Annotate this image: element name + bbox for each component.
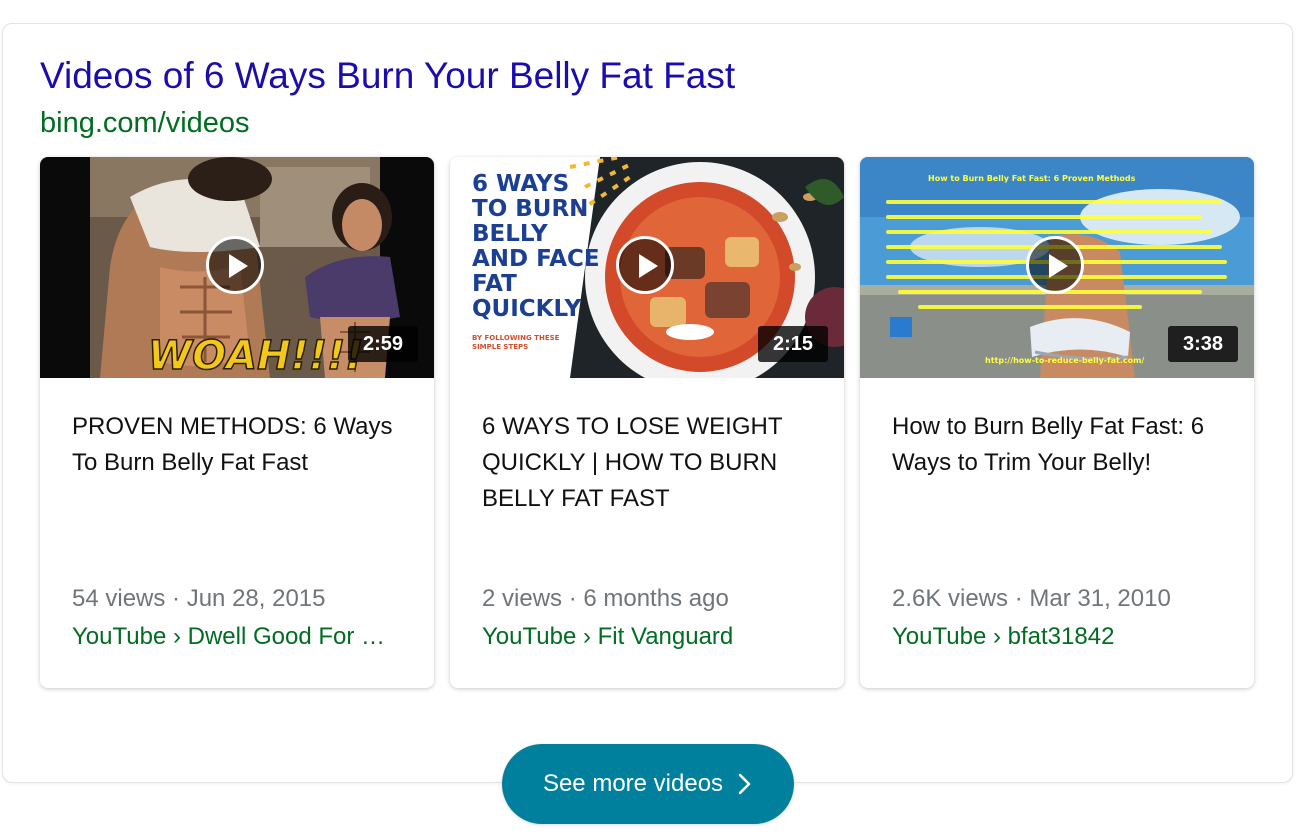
play-icon[interactable] <box>1026 236 1084 294</box>
chevron-right-icon <box>738 773 751 795</box>
video-title[interactable]: How to Burn Belly Fat Fast: 6 Ways to Tr… <box>892 409 1232 481</box>
video-thumbnail-3[interactable]: How to Burn Belly Fat Fast: 6 Proven Met… <box>860 157 1254 378</box>
video-meta: 2 views · 6 months ago <box>482 585 729 612</box>
video-thumbnail-2[interactable]: 6 WAYS TO BURN BELLY AND FACE FAT QUICKL… <box>450 157 844 378</box>
video-duration-badge: 2:15 <box>757 326 828 362</box>
thumbnail-line-6: QUICKLY <box>472 296 582 322</box>
thumbnail-url-3: http://how-to-reduce-belly-fat.com/ <box>985 356 1144 365</box>
thumbnail-line-4: AND FACE <box>472 246 600 272</box>
video-card-2[interactable]: 6 WAYS TO BURN BELLY AND FACE FAT QUICKL… <box>450 157 844 688</box>
thumbnail-line-2: TO BURN <box>472 196 588 222</box>
see-more-videos-button[interactable]: See more videos <box>502 744 794 824</box>
video-source[interactable]: YouTube › Dwell Good For Life <box>72 623 394 651</box>
thumbnail-subline-1: BY FOLLOWING THESE <box>472 334 560 342</box>
thumbnail-line-3: BELLY <box>472 221 548 247</box>
thumbnail-heading-3: How to Burn Belly Fat Fast: 6 Proven Met… <box>928 174 1136 183</box>
video-duration-badge: 2:59 <box>347 326 418 362</box>
play-icon[interactable] <box>616 236 674 294</box>
section-domain: bing.com/videos <box>40 107 250 139</box>
video-meta: 2.6K views · Mar 31, 2010 <box>892 585 1171 612</box>
video-card-1[interactable]: WOAH!!!! 2:59 PROVEN METHODS: 6 Ways To … <box>40 157 434 688</box>
thumbnail-line-5: FAT <box>472 271 517 297</box>
thumbnail-line-1: 6 WAYS <box>472 171 569 197</box>
section-title-link[interactable]: Videos of 6 Ways Burn Your Belly Fat Fas… <box>40 55 735 97</box>
thumbnail-subline-2: SIMPLE STEPS <box>472 343 528 351</box>
play-icon[interactable] <box>206 236 264 294</box>
video-meta: 54 views · Jun 28, 2015 <box>72 585 326 612</box>
video-title[interactable]: PROVEN METHODS: 6 Ways To Burn Belly Fat… <box>72 409 412 481</box>
see-more-label: See more videos <box>542 770 724 797</box>
video-card-3[interactable]: How to Burn Belly Fat Fast: 6 Proven Met… <box>860 157 1254 688</box>
video-title[interactable]: 6 WAYS TO LOSE WEIGHT QUICKLY | HOW TO B… <box>482 409 822 517</box>
video-thumbnail-1[interactable]: WOAH!!!! 2:59 <box>40 157 434 378</box>
thumbnail-overlay-text-1: WOAH!!!! <box>148 333 364 378</box>
video-source[interactable]: YouTube › Fit Vanguard <box>482 623 804 651</box>
video-duration-badge: 3:38 <box>1167 326 1238 362</box>
video-source[interactable]: YouTube › bfat31842 <box>892 623 1214 651</box>
